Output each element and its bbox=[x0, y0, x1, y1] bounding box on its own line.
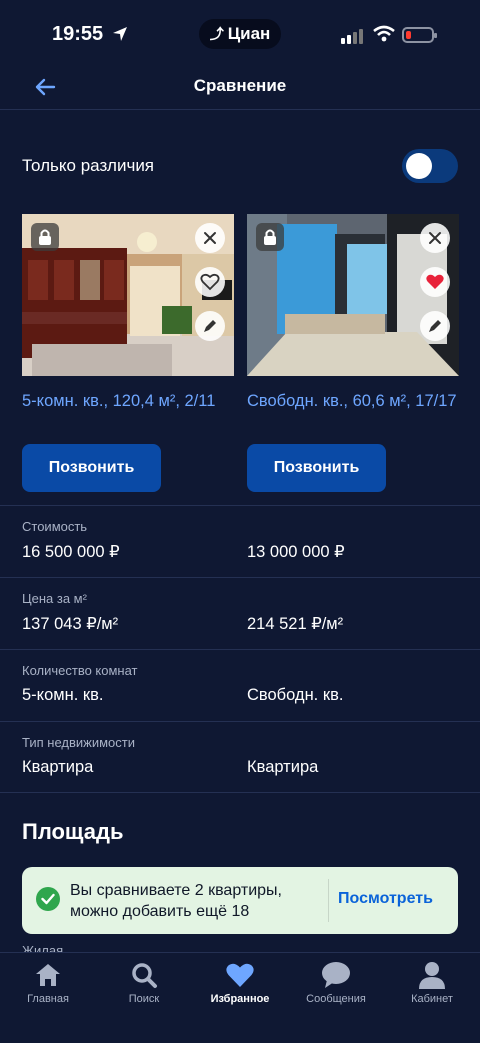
only-differences-label: Только различия bbox=[22, 156, 155, 175]
comparison-row-rooms: Количество комнат 5-комн. кв. Свободн. к… bbox=[0, 649, 480, 721]
app-name: Циан bbox=[227, 24, 271, 43]
tab-home[interactable]: Главная bbox=[0, 959, 96, 1005]
cellular-signal-icon bbox=[341, 29, 363, 44]
tab-label: Поиск bbox=[128, 993, 160, 1005]
tab-favorites[interactable]: Избранное bbox=[192, 959, 288, 1005]
row-label-living-area: Жилая bbox=[22, 943, 64, 952]
app-indicator[interactable]: ⤴ Циан bbox=[199, 19, 281, 49]
section-title-area: Площадь bbox=[22, 819, 124, 844]
search-icon bbox=[132, 963, 157, 988]
comparison-row-price-per-meter: Цена за м² 137 043 ₽/м² 214 521 ₽/м² bbox=[0, 577, 480, 649]
row-value-listing-1: 16 500 000 ₽ bbox=[22, 543, 120, 561]
heart-outline-icon bbox=[200, 273, 220, 291]
close-icon bbox=[429, 232, 441, 244]
pencil-icon bbox=[204, 320, 216, 332]
home-icon bbox=[36, 964, 60, 986]
row-value-listing-2: 214 521 ₽/м² bbox=[247, 615, 344, 633]
comparison-toast: Вы сравниваете 2 квартиры, можно добавит… bbox=[22, 867, 458, 934]
row-label: Тип недвижимости bbox=[22, 735, 136, 750]
view-comparison-button[interactable]: Посмотреть bbox=[338, 890, 433, 908]
row-value-listing-2: Квартира bbox=[247, 758, 319, 776]
listing-card-2: Свободн. кв., 60,6 м², 17/17 Позвонить bbox=[247, 214, 459, 492]
call-button[interactable]: Позвонить bbox=[22, 444, 161, 492]
lock-icon bbox=[39, 229, 51, 245]
tab-label: Сообщения bbox=[306, 993, 366, 1005]
lock-button[interactable] bbox=[256, 223, 284, 251]
row-value-listing-1: 137 043 ₽/м² bbox=[22, 615, 119, 633]
add-note-button[interactable] bbox=[420, 311, 450, 341]
lock-button[interactable] bbox=[31, 223, 59, 251]
navigation-bar: Сравнение bbox=[0, 66, 480, 110]
status-bar: 19:55 ⤴ Циан bbox=[0, 0, 480, 66]
favorite-button[interactable] bbox=[420, 267, 450, 297]
listing-title[interactable]: Свободн. кв., 60,6 м², 17/17 bbox=[247, 390, 459, 440]
tab-search[interactable]: Поиск bbox=[96, 959, 192, 1005]
comparison-row-price: Стоимость 16 500 000 ₽ 13 000 000 ₽ bbox=[0, 505, 480, 577]
toggle-knob bbox=[406, 153, 432, 179]
battery-icon bbox=[402, 27, 437, 43]
tab-account[interactable]: Кабинет bbox=[384, 959, 480, 1005]
divider bbox=[328, 879, 329, 922]
heart-filled-icon bbox=[426, 274, 444, 289]
add-note-button[interactable] bbox=[195, 311, 225, 341]
remove-listing-button[interactable] bbox=[195, 223, 225, 253]
tab-label: Кабинет bbox=[411, 993, 453, 1005]
only-differences-toggle[interactable] bbox=[402, 149, 458, 183]
row-value-listing-1: Квартира bbox=[22, 758, 94, 776]
comparison-row-property-type: Тип недвижимости Квартира Квартира bbox=[0, 721, 480, 793]
cian-logo-icon: ⤴ bbox=[209, 26, 224, 42]
call-button[interactable]: Позвонить bbox=[247, 444, 386, 492]
pencil-icon bbox=[429, 320, 441, 332]
tab-bar: Главная Поиск Избранное Сообщения Кабине… bbox=[0, 952, 480, 1043]
listing-photo[interactable] bbox=[22, 214, 234, 376]
listing-card-1: 5-комн. кв., 120,4 м², 2/11 Позвонить bbox=[22, 214, 234, 492]
location-arrow-icon bbox=[113, 27, 127, 41]
row-label: Стоимость bbox=[22, 519, 88, 534]
listing-title[interactable]: 5-комн. кв., 120,4 м², 2/11 bbox=[22, 390, 234, 440]
lock-icon bbox=[264, 229, 276, 245]
close-icon bbox=[204, 232, 216, 244]
status-time: 19:55 bbox=[52, 23, 104, 45]
page-title: Сравнение bbox=[193, 76, 287, 95]
row-label: Количество комнат bbox=[22, 663, 138, 678]
row-label: Цена за м² bbox=[22, 591, 87, 606]
tab-messages[interactable]: Сообщения bbox=[288, 959, 384, 1005]
tab-label: Избранное bbox=[210, 993, 270, 1005]
chat-icon bbox=[322, 962, 350, 988]
person-icon bbox=[419, 962, 445, 989]
heart-icon bbox=[226, 963, 254, 987]
favorite-button[interactable] bbox=[195, 267, 225, 297]
row-value-listing-2: Свободн. кв. bbox=[247, 686, 344, 704]
remove-listing-button[interactable] bbox=[420, 223, 450, 253]
tab-label: Главная bbox=[27, 993, 69, 1005]
listing-photo[interactable] bbox=[247, 214, 459, 376]
row-value-listing-1: 5-комн. кв. bbox=[22, 686, 104, 704]
toast-message: Вы сравниваете 2 квартиры, можно добавит… bbox=[70, 882, 282, 920]
row-value-listing-2: 13 000 000 ₽ bbox=[247, 543, 345, 561]
checkmark-icon bbox=[36, 887, 60, 911]
wifi-icon bbox=[373, 25, 395, 42]
